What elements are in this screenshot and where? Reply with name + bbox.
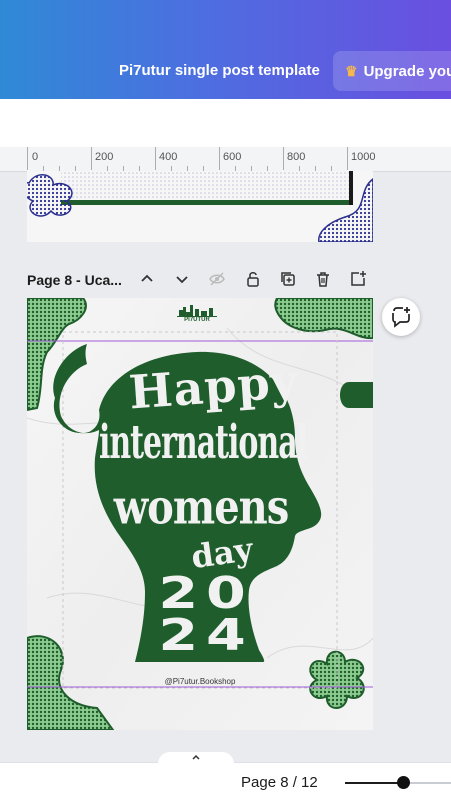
top-bar: Pi7utur single post template ♛ Upgrade y… <box>0 0 451 99</box>
move-page-down-button[interactable] <box>171 268 193 290</box>
headline-international[interactable]: international <box>93 416 313 470</box>
move-page-up-button[interactable] <box>136 268 158 290</box>
page-title-label[interactable]: Page 8 - Uca... <box>27 272 122 288</box>
add-page-button[interactable] <box>347 268 369 290</box>
page-counter[interactable]: Page 8 / 12 <box>241 774 318 791</box>
zoom-slider-fill <box>345 782 398 784</box>
ruler-label-200: 200 <box>95 151 114 163</box>
social-handle[interactable]: @Pi7utur.Bookshop <box>135 677 265 686</box>
lock-page-button[interactable] <box>242 268 264 290</box>
zoom-slider-knob[interactable] <box>397 776 410 789</box>
previous-page-canvas[interactable] <box>27 171 373 242</box>
page-8-canvas[interactable]: PI7UTUR Happy international womens day 2… <box>27 298 373 730</box>
ruler-label-800: 800 <box>287 151 306 163</box>
document-title[interactable]: Pi7utur single post template <box>119 62 320 79</box>
ruler-label-0: 0 <box>32 151 39 163</box>
editor-toolbar <box>0 99 451 148</box>
duplicate-page-button[interactable] <box>277 268 299 290</box>
trash-icon <box>317 272 329 287</box>
upgrade-button[interactable]: ♛ Upgrade your <box>333 51 451 91</box>
year-bottom-digits[interactable]: 24 <box>122 610 291 661</box>
skyline-logo-icon <box>177 305 217 317</box>
hide-page-button[interactable] <box>206 268 228 290</box>
chevron-up-small-icon <box>192 754 200 760</box>
eye-slash-icon <box>209 272 225 286</box>
comment-add-icon <box>392 307 410 328</box>
add-comment-button[interactable] <box>382 298 420 336</box>
add-page-icon <box>351 271 366 286</box>
upgrade-label: Upgrade your <box>363 62 451 80</box>
headline-happy[interactable]: Happy <box>127 354 300 420</box>
unlock-icon <box>247 272 259 287</box>
brand-logo: PI7UTUR <box>177 304 217 324</box>
ruler-label-400: 400 <box>159 151 178 163</box>
collapse-pages-handle[interactable] <box>158 752 234 766</box>
chevron-up-icon <box>141 274 153 282</box>
chevron-down-icon <box>176 276 188 284</box>
previous-page-artwork <box>27 171 373 242</box>
ruler-label-1000: 1000 <box>351 151 376 163</box>
crown-icon: ♛ <box>345 62 358 79</box>
duplicate-icon <box>281 272 295 286</box>
ruler-label-600: 600 <box>223 151 242 163</box>
delete-page-button[interactable] <box>312 268 334 290</box>
horizontal-ruler: 0 200 400 600 800 1000 <box>0 147 451 172</box>
